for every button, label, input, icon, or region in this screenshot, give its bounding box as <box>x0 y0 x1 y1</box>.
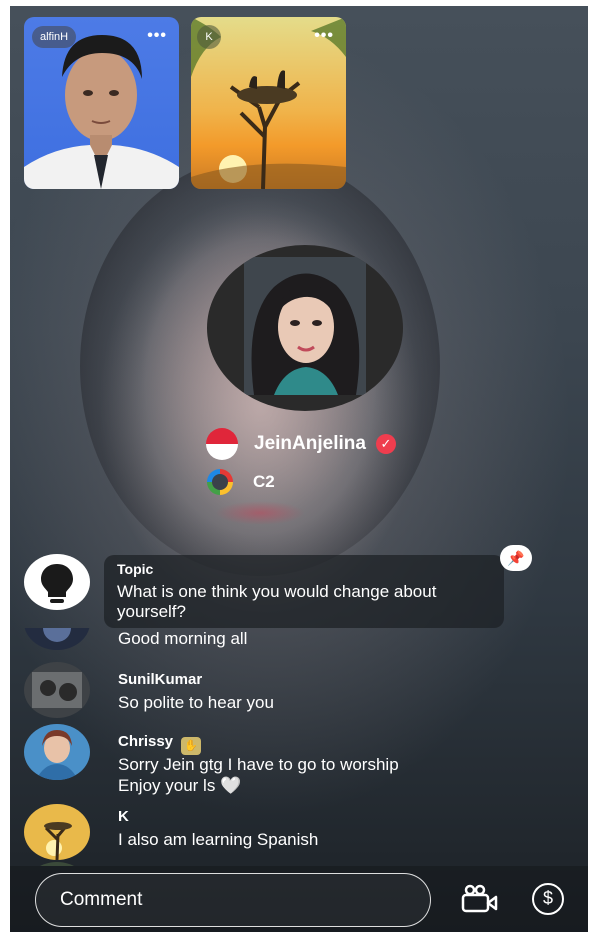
topic-card: Topic What is one think you would change… <box>104 555 504 628</box>
avatar[interactable] <box>24 724 90 780</box>
pin-icon[interactable]: 📌 <box>500 545 532 571</box>
chat-message-text: I also am learning Spanish <box>118 830 319 849</box>
chat-author-name: Chrissy <box>118 733 174 750</box>
indonesia-flag-icon <box>206 428 238 460</box>
host-level-row: C2 <box>206 466 275 498</box>
live-room-screen: alfinH ••• K ••• JeinAnjelina ✓ C2 Topic… <box>10 6 588 932</box>
host-photo <box>244 257 366 395</box>
chat-message-text: So polite to hear you <box>118 693 274 712</box>
bottom-bar: Comment $ <box>10 866 588 932</box>
more-dots-icon[interactable]: ••• <box>314 27 334 45</box>
background-blur-detail <box>215 501 305 525</box>
chat-author[interactable]: K <box>118 808 129 825</box>
comment-input[interactable]: Comment <box>35 873 431 927</box>
dollar-gift-icon[interactable]: $ <box>532 883 564 915</box>
host-level: C2 <box>253 472 275 491</box>
chat-author[interactable]: SunilKumar <box>118 671 202 688</box>
topic-title: Topic <box>117 561 154 577</box>
chat-message-text: Sorry Jein gtg I have to go to worship <box>118 755 399 774</box>
comment-placeholder: Comment <box>60 889 143 910</box>
level-ring-icon <box>207 469 233 495</box>
lightbulb-icon <box>24 554 90 610</box>
topic-text: What is one think you would change about… <box>117 582 437 621</box>
chat-list[interactable]: Good morning all SunilKumar So polite to… <box>10 628 588 866</box>
verified-check-icon: ✓ <box>375 434 396 454</box>
participant-name: alfinH <box>32 26 77 48</box>
avatar[interactable] <box>24 804 90 860</box>
host-name-row: JeinAnjelina ✓ <box>206 428 396 460</box>
participant-tile-k[interactable]: K ••• <box>191 17 346 189</box>
participant-name: K <box>197 25 221 49</box>
chat-author[interactable]: Chrissy ✋ <box>118 733 202 755</box>
wave-hand-icon: ✋ <box>181 737 202 755</box>
participant-tile-alfinh[interactable]: alfinH ••• <box>24 17 179 189</box>
avatar <box>24 628 90 650</box>
video-camera-icon[interactable] <box>461 884 501 914</box>
chat-message-text: Enjoy your ls 🤍 <box>118 776 242 795</box>
more-dots-icon[interactable]: ••• <box>147 27 167 45</box>
host-avatar[interactable] <box>207 245 403 411</box>
host-name[interactable]: JeinAnjelina <box>254 433 366 455</box>
chat-message-text: Good morning all <box>118 629 248 648</box>
avatar[interactable] <box>24 662 90 718</box>
